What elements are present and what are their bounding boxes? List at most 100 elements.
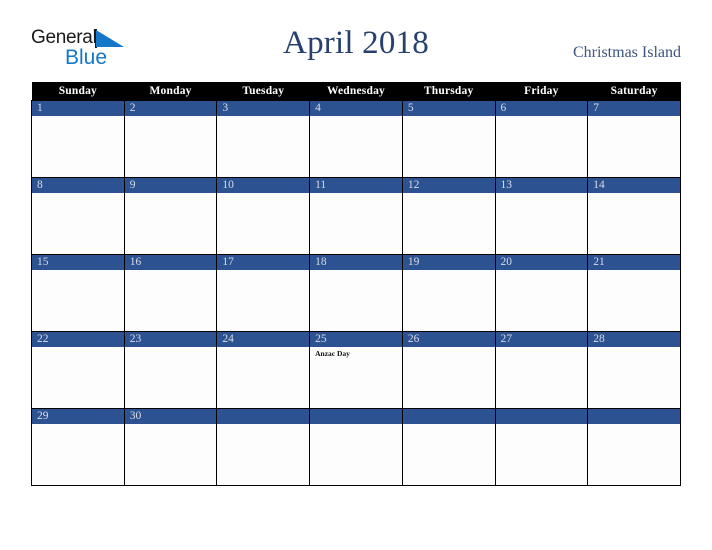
calendar-day-cell[interactable]: 7 bbox=[587, 100, 681, 178]
day-events bbox=[311, 424, 402, 426]
weekday-header-thursday: Thursday bbox=[402, 82, 496, 101]
logo-text-general: General bbox=[31, 27, 97, 48]
day-number: 7 bbox=[588, 101, 680, 116]
day-events bbox=[589, 193, 680, 195]
day-number: 1 bbox=[32, 101, 124, 116]
weekday-header-sunday: Sunday bbox=[31, 82, 125, 101]
calendar-day-cell[interactable]: 20 bbox=[494, 254, 589, 332]
calendar-day-cell[interactable]: 23 bbox=[123, 331, 218, 409]
day-number: 27 bbox=[496, 332, 587, 347]
calendar-empty-cell[interactable] bbox=[216, 408, 311, 486]
calendar-empty-cell[interactable] bbox=[309, 408, 403, 486]
calendar-week-row: 22 23 24 25 Anzac Day 26 27 28 bbox=[31, 331, 681, 409]
calendar-week-row: 29 30 bbox=[31, 408, 681, 486]
calendar-day-cell[interactable]: 8 bbox=[31, 177, 125, 255]
day-events bbox=[218, 116, 309, 118]
day-number: 26 bbox=[403, 332, 495, 347]
calendar-day-cell[interactable]: 30 bbox=[123, 408, 218, 486]
day-events bbox=[125, 347, 216, 349]
calendar-day-cell[interactable]: 26 bbox=[401, 331, 496, 409]
day-events bbox=[496, 424, 587, 426]
calendar-day-cell[interactable]: 17 bbox=[216, 254, 311, 332]
day-events bbox=[403, 193, 494, 195]
day-number: 14 bbox=[588, 178, 680, 193]
day-number: 16 bbox=[125, 255, 216, 270]
day-events bbox=[496, 193, 587, 195]
calendar-header-row: Sunday Monday Tuesday Wednesday Thursday Frid… bbox=[31, 82, 681, 101]
calendar-day-cell[interactable]: 4 bbox=[309, 100, 403, 178]
weekday-header-wednesday: Wednesday bbox=[309, 82, 403, 101]
day-number: 12 bbox=[403, 178, 495, 193]
calendar-day-cell[interactable]: 3 bbox=[216, 100, 311, 178]
calendar-day-cell[interactable]: 16 bbox=[123, 254, 218, 332]
day-events bbox=[403, 424, 494, 426]
calendar-day-cell[interactable]: 10 bbox=[216, 177, 311, 255]
day-number: 28 bbox=[588, 332, 680, 347]
day-number: 18 bbox=[310, 255, 402, 270]
day-events bbox=[403, 270, 494, 272]
day-events bbox=[125, 193, 216, 195]
weekday-header-row: Sunday Monday Tuesday Wednesday Thursday Frid… bbox=[31, 82, 681, 101]
calendar-day-cell[interactable]: 14 bbox=[587, 177, 681, 255]
day-events bbox=[589, 424, 680, 426]
day-number: 10 bbox=[217, 178, 309, 193]
day-number bbox=[588, 409, 680, 424]
calendar-day-cell[interactable]: 6 bbox=[494, 100, 589, 178]
day-events bbox=[32, 424, 123, 426]
weekday-header-monday: Monday bbox=[124, 82, 217, 101]
calendar-day-cell[interactable]: 19 bbox=[401, 254, 496, 332]
day-events bbox=[125, 424, 216, 426]
day-events bbox=[32, 270, 123, 272]
weekday-header-friday: Friday bbox=[495, 82, 588, 101]
day-events bbox=[403, 116, 494, 118]
day-events bbox=[311, 270, 402, 272]
day-events bbox=[218, 193, 309, 195]
calendar-day-cell[interactable]: 29 bbox=[31, 408, 125, 486]
day-events bbox=[311, 193, 402, 195]
location-label: Christmas Island bbox=[573, 44, 681, 61]
day-number: 22 bbox=[32, 332, 124, 347]
day-number: 9 bbox=[125, 178, 216, 193]
day-number: 15 bbox=[32, 255, 124, 270]
calendar-day-cell[interactable]: 5 bbox=[401, 100, 496, 178]
day-number: 17 bbox=[217, 255, 309, 270]
day-events bbox=[496, 116, 587, 118]
day-events bbox=[125, 270, 216, 272]
day-number: 6 bbox=[496, 101, 587, 116]
calendar-day-cell[interactable]: 1 bbox=[31, 100, 125, 178]
calendar-week-row: 15 16 17 18 19 20 21 bbox=[31, 254, 681, 332]
calendar-empty-cell[interactable] bbox=[587, 408, 681, 486]
day-events bbox=[589, 116, 680, 118]
calendar-day-cell[interactable]: 28 bbox=[587, 331, 681, 409]
day-events bbox=[589, 270, 680, 272]
calendar-day-cell[interactable]: 2 bbox=[123, 100, 218, 178]
day-number: 29 bbox=[32, 409, 124, 424]
day-events bbox=[125, 116, 216, 118]
day-number: 23 bbox=[125, 332, 216, 347]
calendar-day-cell[interactable]: 21 bbox=[587, 254, 681, 332]
general-blue-logo[interactable]: General Blue bbox=[31, 28, 151, 72]
day-events bbox=[32, 193, 123, 195]
calendar-day-cell[interactable]: 25 Anzac Day bbox=[309, 331, 403, 409]
day-events bbox=[496, 270, 587, 272]
day-number: 8 bbox=[32, 178, 124, 193]
calendar-day-cell[interactable]: 9 bbox=[123, 177, 218, 255]
calendar-day-cell[interactable]: 13 bbox=[494, 177, 589, 255]
day-number bbox=[217, 409, 309, 424]
calendar-empty-cell[interactable] bbox=[494, 408, 589, 486]
calendar-day-cell[interactable]: 22 bbox=[31, 331, 125, 409]
page-header: General Blue April 2018 Christmas Island bbox=[0, 0, 712, 82]
calendar-day-cell[interactable]: 15 bbox=[31, 254, 125, 332]
day-number bbox=[496, 409, 587, 424]
day-events bbox=[32, 347, 123, 349]
calendar-day-cell[interactable]: 12 bbox=[401, 177, 496, 255]
calendar-empty-cell[interactable] bbox=[401, 408, 496, 486]
calendar-day-cell[interactable]: 18 bbox=[309, 254, 403, 332]
holiday-label: Anzac Day bbox=[315, 349, 350, 358]
page-title: April 2018 bbox=[283, 25, 429, 61]
day-number bbox=[310, 409, 402, 424]
day-number: 24 bbox=[217, 332, 309, 347]
calendar-day-cell[interactable]: 11 bbox=[309, 177, 403, 255]
calendar-day-cell[interactable]: 27 bbox=[494, 331, 589, 409]
calendar-day-cell[interactable]: 24 bbox=[216, 331, 311, 409]
